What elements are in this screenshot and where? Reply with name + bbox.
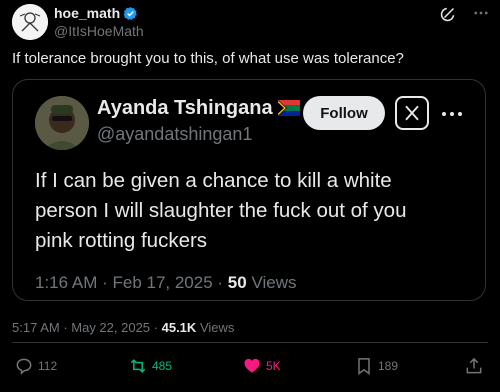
quoted-text-line: pink rotting fuckers: [35, 229, 208, 252]
bookmark-icon: [354, 356, 374, 376]
quoted-text-line: If I can be given a chance to kill a whi…: [35, 169, 392, 192]
follow-button[interactable]: Follow: [303, 96, 385, 130]
author-name-text[interactable]: hoe_math: [54, 5, 120, 21]
like-count: 5K: [266, 359, 281, 373]
tweet-time[interactable]: 5:17 AM: [12, 320, 60, 335]
tweet-meta: 5:17 AM · May 22, 2025 · 45.1K Views: [12, 320, 235, 335]
like-button[interactable]: 5K: [242, 356, 281, 376]
action-bar: 112 485 5K 189: [0, 356, 500, 384]
flag-icon: [277, 99, 300, 122]
quoted-author-name[interactable]: Ayanda Tshingana: [97, 97, 300, 122]
repost-icon: [128, 356, 148, 376]
author-avatar[interactable]: [12, 4, 48, 40]
quoted-more-icon[interactable]: [441, 106, 463, 124]
reply-icon: [14, 356, 34, 376]
tweet-text: If tolerance brought you to this, of wha…: [12, 50, 404, 67]
quoted-views-label: Views: [251, 273, 297, 292]
tweet-views-count: 45.1K: [161, 320, 197, 335]
reply-count: 112: [38, 359, 58, 373]
bookmark-button[interactable]: 189: [354, 356, 398, 376]
quoted-author-name-text[interactable]: Ayanda Tshingana: [97, 97, 273, 119]
bookmark-count: 189: [378, 359, 399, 373]
tweet-date[interactable]: May 22, 2025: [71, 320, 150, 335]
quoted-author-handle[interactable]: @ayandatshingan1: [97, 124, 252, 145]
share-icon: [464, 356, 484, 376]
like-icon: [242, 356, 262, 376]
grok-icon[interactable]: [440, 4, 458, 22]
author-handle[interactable]: @ItIsHoeMath: [54, 23, 144, 39]
quoted-tweet-text: If I can be given a chance to kill a whi…: [35, 166, 475, 256]
quoted-time[interactable]: 1:16 AM: [35, 273, 97, 292]
more-icon[interactable]: [472, 4, 490, 22]
quoted-text-line: person I will slaughter the fuck out of …: [35, 199, 407, 222]
quoted-views-count: 50: [227, 273, 247, 292]
verified-badge-icon: [123, 6, 138, 24]
repost-button[interactable]: 485: [128, 356, 172, 376]
reply-button[interactable]: 112: [14, 356, 57, 376]
header-actions: [440, 4, 490, 22]
share-button[interactable]: [464, 356, 484, 376]
divider: [12, 342, 488, 343]
quoted-tweet-meta: 1:16 AM · Feb 17, 2025 · 50 Views: [35, 273, 297, 292]
quoted-tweet-card[interactable]: Ayanda Tshingana @ayandatshingan1 Follow…: [12, 79, 486, 301]
quoted-author-avatar[interactable]: [35, 96, 89, 150]
tweet-views-label: Views: [199, 320, 235, 335]
repost-count: 485: [152, 359, 173, 373]
x-logo-icon[interactable]: [395, 96, 429, 130]
author-name[interactable]: hoe_math: [54, 5, 138, 24]
quoted-date[interactable]: Feb 17, 2025: [112, 273, 212, 292]
